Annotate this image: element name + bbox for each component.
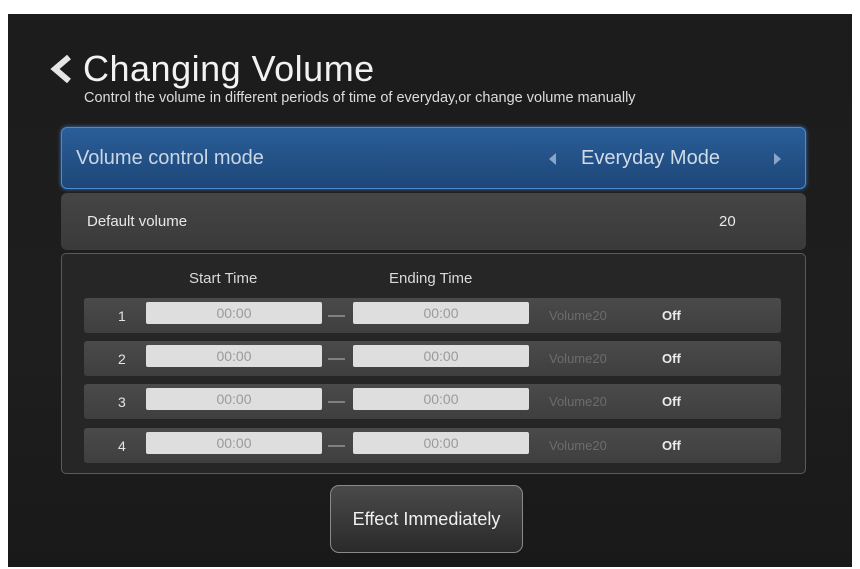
start-time-field[interactable]: 00:00 — [146, 345, 322, 367]
volume-control-mode-selector[interactable]: Volume control mode Everyday Mode — [61, 127, 806, 189]
default-volume-row[interactable]: Default volume 20 — [61, 193, 806, 250]
start-time-field[interactable]: 00:00 — [146, 388, 322, 410]
default-volume-value: 20 — [719, 213, 736, 230]
schedule-row[interactable]: 3 00:00 00:00 Volume20 Off — [84, 384, 781, 419]
effect-immediately-button[interactable]: Effect Immediately — [330, 485, 523, 553]
end-time-field[interactable]: 00:00 — [353, 432, 529, 454]
schedule-row[interactable]: 4 00:00 00:00 Volume20 Off — [84, 428, 781, 463]
dash-separator — [328, 445, 345, 447]
schedule-table: Start Time Ending Time 1 00:00 00:00 Vol… — [61, 253, 806, 474]
row-state[interactable]: Off — [662, 351, 681, 366]
schedule-row[interactable]: 1 00:00 00:00 Volume20 Off — [84, 298, 781, 333]
triangle-left-icon[interactable] — [549, 153, 556, 165]
page-title: Changing Volume — [83, 48, 375, 89]
row-number: 3 — [118, 394, 126, 410]
end-time-field[interactable]: 00:00 — [353, 302, 529, 324]
row-state[interactable]: Off — [662, 394, 681, 409]
row-volume[interactable]: Volume20 — [549, 438, 607, 453]
default-volume-label: Default volume — [87, 213, 188, 230]
dash-separator — [328, 315, 345, 317]
dash-separator — [328, 358, 345, 360]
row-state[interactable]: Off — [662, 438, 681, 453]
chevron-left-icon[interactable] — [47, 54, 77, 84]
start-time-field[interactable]: 00:00 — [146, 302, 322, 324]
row-number: 2 — [118, 351, 126, 367]
row-volume[interactable]: Volume20 — [549, 308, 607, 323]
end-time-field[interactable]: 00:00 — [353, 345, 529, 367]
end-time-field[interactable]: 00:00 — [353, 388, 529, 410]
dash-separator — [328, 401, 345, 403]
row-number: 4 — [118, 438, 126, 454]
ending-time-header: Ending Time — [389, 270, 473, 287]
mode-label: Volume control mode — [76, 147, 264, 169]
row-volume[interactable]: Volume20 — [549, 394, 607, 409]
mode-value: Everyday Mode — [581, 147, 720, 169]
page-subtitle: Control the volume in different periods … — [84, 90, 636, 106]
row-number: 1 — [118, 308, 126, 324]
start-time-field[interactable]: 00:00 — [146, 432, 322, 454]
row-volume[interactable]: Volume20 — [549, 351, 607, 366]
triangle-right-icon[interactable] — [774, 153, 781, 165]
row-state[interactable]: Off — [662, 308, 681, 323]
start-time-header: Start Time — [189, 270, 258, 287]
schedule-row[interactable]: 2 00:00 00:00 Volume20 Off — [84, 341, 781, 376]
